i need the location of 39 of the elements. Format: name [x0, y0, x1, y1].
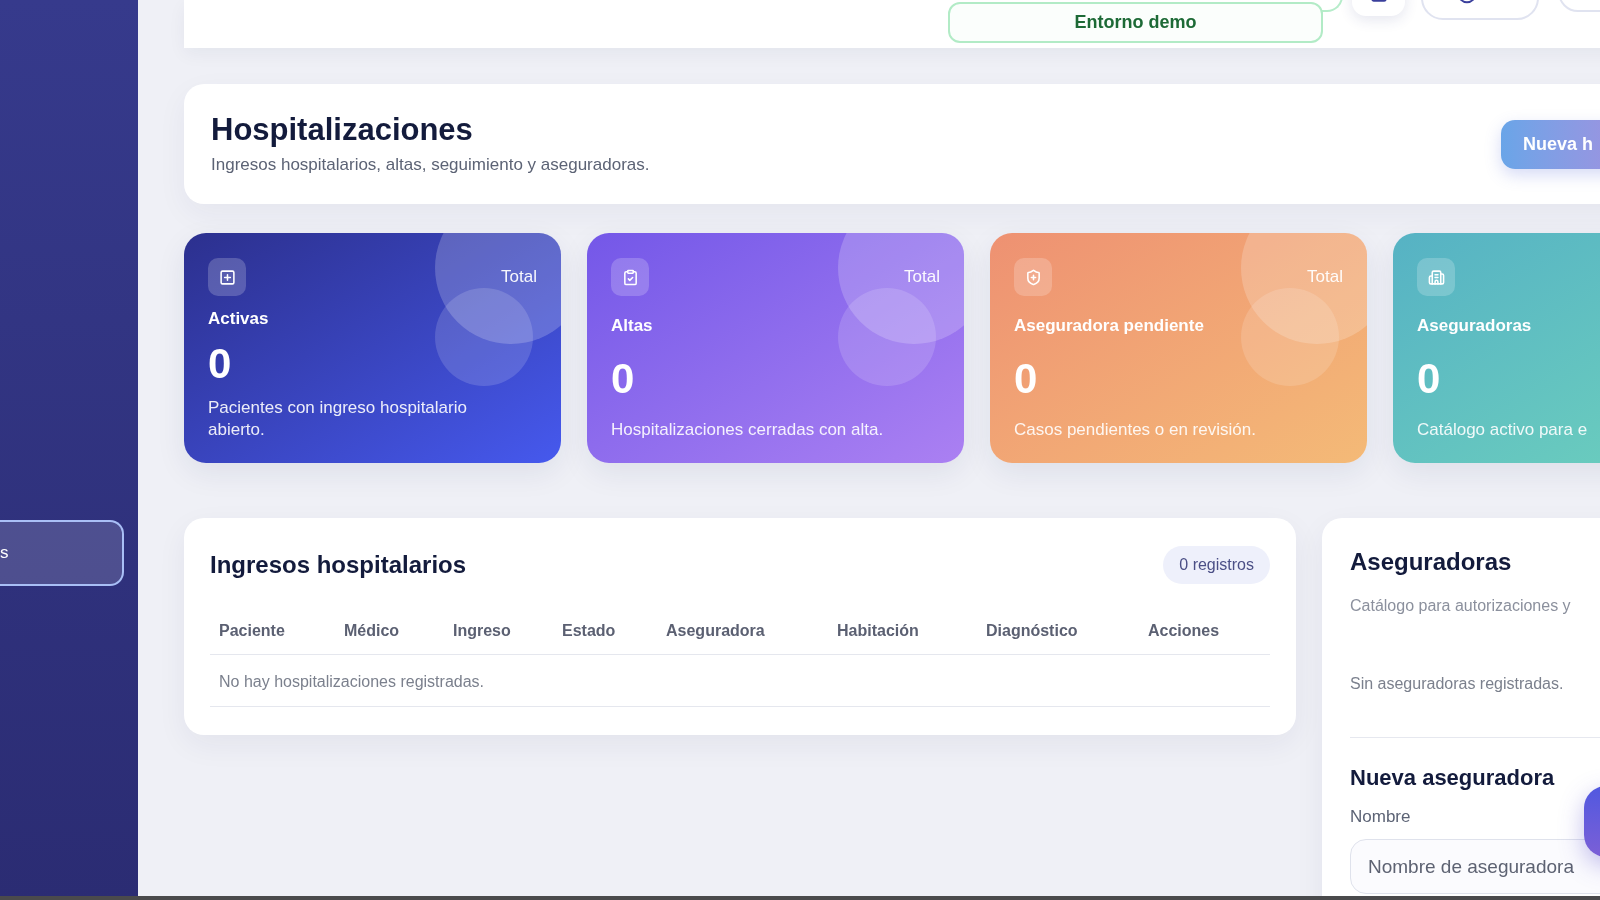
column-header: Paciente — [218, 620, 286, 641]
column-header: Habitación — [836, 620, 920, 641]
record-count-badge: 0 registros — [1163, 546, 1270, 584]
input-field[interactable]: Nombre de aseguradora — [1350, 839, 1600, 894]
column-header: Diagnóstico — [985, 620, 1079, 641]
column-header: Acciones — [1147, 620, 1221, 641]
card-value: 0 — [208, 342, 233, 386]
card-description: Catálogo activo para e — [1417, 419, 1589, 441]
empty-message: No hay hospitalizaciones registradas. — [218, 671, 486, 692]
column-header: Aseguradora — [665, 620, 766, 641]
column-header: Médico — [343, 620, 401, 641]
card-value: 0 — [1014, 356, 1039, 401]
building-icon — [1417, 258, 1455, 296]
page-title: Hospitalizaciones — [211, 111, 474, 149]
section-title: Ingresos hospitalarios — [210, 550, 467, 580]
card-value: 0 — [1417, 356, 1442, 401]
clipboard-check-icon — [611, 258, 649, 296]
column-header: Estado — [561, 620, 617, 641]
empty-message: Sin aseguradoras registradas. — [1350, 674, 1565, 694]
card-value: 0 — [611, 356, 636, 401]
card-description: Pacientes con ingreso hospitalario abierto. — [208, 397, 468, 441]
section-title: Aseguradoras — [1350, 547, 1513, 577]
environment-badge: Entorno demo — [948, 2, 1323, 43]
card-description: Casos pendientes o en revisión. — [1014, 419, 1257, 441]
shield-plus-icon — [1014, 258, 1052, 296]
period-label: Total — [904, 266, 940, 289]
field-label: Nombre — [1350, 806, 1412, 828]
card-title: Aseguradoras — [1417, 315, 1533, 338]
card-title: Altas — [611, 315, 654, 338]
card-title: Activas — [208, 308, 270, 330]
card-description: Hospitalizaciones cerradas con alta. — [611, 419, 885, 441]
period-label: Total — [1307, 266, 1343, 289]
sidebar-item[interactable]: s — [0, 520, 124, 586]
column-header: Ingreso — [452, 620, 512, 641]
card-title: Aseguradora pendiente — [1014, 315, 1205, 338]
period-label: Total — [501, 266, 537, 289]
page-subtitle: Ingresos hospitalarios, altas, seguimiento y aseguradoras. — [211, 154, 650, 176]
form-title: Nueva aseguradora — [1350, 764, 1556, 792]
section-subtitle: Catálogo para autorizaciones y — [1350, 596, 1572, 616]
